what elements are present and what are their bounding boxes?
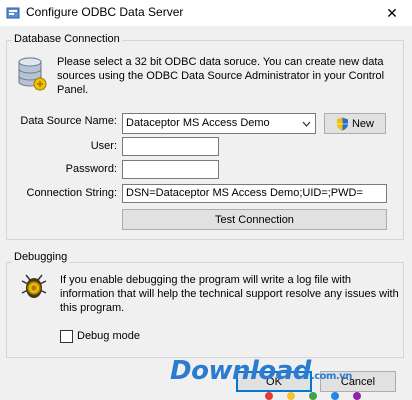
debug-mode-checkbox[interactable]: [60, 330, 73, 343]
close-icon: ✕: [386, 4, 398, 21]
watermark-dot: [265, 392, 273, 400]
connection-string-label: Connection String:: [26, 187, 118, 199]
description-line: information that will help the technical…: [60, 288, 399, 300]
user-label: User:: [90, 140, 117, 152]
test-connection-button[interactable]: Test Connection: [122, 209, 387, 230]
close-button[interactable]: ✕: [372, 0, 412, 26]
database-connection-label: Database Connection: [12, 33, 122, 45]
window-title: Configure ODBC Data Server: [26, 5, 184, 19]
description-line: If you enable debugging the program will…: [60, 274, 352, 286]
shield-icon: [336, 117, 349, 131]
watermark-text: Download: [170, 356, 311, 386]
database-icon: [16, 56, 48, 92]
odbc-app-icon: [6, 6, 20, 20]
watermark-suffix: .com.vn: [310, 371, 352, 382]
description-line: this program.: [60, 302, 125, 314]
description-line: sources using the ODBC Data Source Admin…: [57, 70, 385, 82]
data-source-selected-value: Dataceptor MS Access Demo: [126, 117, 270, 129]
debug-mode-label[interactable]: Debug mode: [77, 330, 140, 342]
debugging-label: Debugging: [12, 251, 70, 263]
configure-odbc-window: Configure ODBC Data Server ✕ Database Co…: [0, 0, 412, 400]
description-line: Panel.: [57, 84, 89, 96]
debugging-description: If you enable debugging the program will…: [60, 273, 400, 315]
data-source-name-label: Data Source Name:: [20, 115, 117, 127]
description-line: Please select a 32 bit ODBC data soruce.…: [57, 56, 384, 68]
download-watermark: Download.com.vn: [170, 356, 352, 386]
password-label: Password:: [65, 163, 117, 175]
title-bar: Configure ODBC Data Server ✕: [0, 0, 412, 26]
watermark-dot: [331, 392, 339, 400]
watermark-dot: [309, 392, 317, 400]
debug-bug-icon: [18, 271, 50, 303]
watermark-dots: [265, 392, 361, 400]
password-input[interactable]: [122, 160, 219, 179]
connection-string-input[interactable]: DSN=Dataceptor MS Access Demo;UID=;PWD=: [122, 184, 387, 203]
new-button-label: New: [351, 117, 374, 130]
user-input[interactable]: [122, 137, 219, 156]
watermark-dot: [287, 392, 295, 400]
data-source-select[interactable]: Dataceptor MS Access Demo: [122, 113, 316, 134]
chevron-down-icon: [302, 114, 311, 140]
database-connection-description: Please select a 32 bit ODBC data soruce.…: [57, 55, 402, 97]
new-data-source-button[interactable]: New: [324, 113, 386, 134]
watermark-dot: [353, 392, 361, 400]
